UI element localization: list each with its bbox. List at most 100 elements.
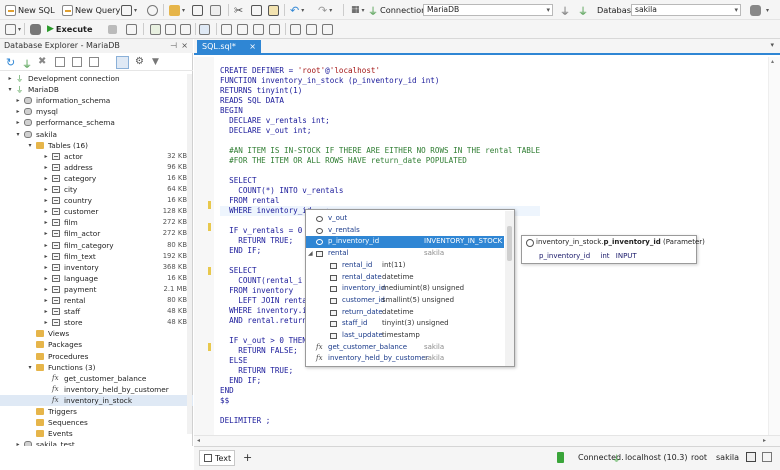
expand-arrow-icon[interactable]: ▸ <box>43 251 49 262</box>
expand-arrow-icon[interactable]: ▸ <box>43 317 49 328</box>
expand-arrow-icon[interactable]: ▸ <box>43 240 49 251</box>
open-button[interactable]: ▾ <box>169 3 185 17</box>
autocomplete-item[interactable]: customer_id smallint(5) unsigned <box>306 295 504 307</box>
expand-arrow-icon[interactable]: ▸ <box>43 262 49 273</box>
debug-button[interactable] <box>150 22 161 36</box>
copy-button[interactable] <box>251 3 262 17</box>
text-view-button[interactable] <box>199 22 210 36</box>
new-connection-icon[interactable]: ⏚ <box>22 56 32 71</box>
tree-item[interactable]: ▸ rental 80 KB <box>0 295 193 306</box>
tree-item[interactable]: ▸ country 16 KB <box>0 195 193 206</box>
autocomplete-item[interactable]: fx get_customer_balance sakila <box>306 342 504 354</box>
autocomplete-item[interactable]: return_date datetime <box>306 307 504 319</box>
autocomplete-item[interactable]: v_rentals <box>306 225 504 237</box>
step-button[interactable] <box>165 22 176 36</box>
paste-button[interactable] <box>268 3 279 17</box>
layout-split-icon[interactable] <box>762 452 772 462</box>
tree-item[interactable]: ▸ film 272 KB <box>0 217 193 228</box>
new-query-button[interactable]: New Query <box>62 3 120 17</box>
tree-item[interactable]: Packages <box>0 339 193 350</box>
expand-arrow-icon[interactable]: ▸ <box>15 95 21 106</box>
expand-arrow-icon[interactable]: ▸ <box>43 173 49 184</box>
refresh-database-button[interactable] <box>750 3 761 17</box>
pin-icon[interactable]: ⊣ <box>170 39 177 53</box>
autocomplete-item[interactable]: p_inventory_id INVENTORY_IN_STOCK <box>306 236 504 248</box>
explorer-scrollbar[interactable] <box>187 74 192 434</box>
cut-button[interactable]: ✂ <box>234 3 243 17</box>
next-bookmark-button[interactable] <box>322 22 333 36</box>
expand-arrow-icon[interactable]: ▸ <box>43 284 49 295</box>
undo-history-button[interactable] <box>147 3 158 17</box>
expand-arrow-icon[interactable]: ▸ <box>43 184 49 195</box>
tree-item[interactable]: ▸ payment 2.1 MB <box>0 284 193 295</box>
expand-arrow-icon[interactable]: ▸ <box>43 151 49 162</box>
uncomment-button[interactable] <box>237 22 248 36</box>
expand-arrow-icon[interactable]: ▸ <box>15 117 21 128</box>
tree-item[interactable]: Events <box>0 428 193 439</box>
tree-item[interactable]: ▸ customer 128 KB <box>0 206 193 217</box>
tree-item[interactable]: Sequences <box>0 417 193 428</box>
sql-options-button[interactable]: ▾ <box>5 22 21 36</box>
redo-button[interactable]: ↷ ▾ <box>318 3 332 17</box>
autocomplete-item[interactable]: ◢ rental sakila <box>306 248 504 260</box>
expand-arrow-icon[interactable]: ▸ <box>43 228 49 239</box>
tree-item[interactable]: ▸ ⏚ Development connection <box>0 73 193 84</box>
connection-select[interactable]: MariaDB ▾ <box>423 4 553 16</box>
tree-item[interactable]: ▸ staff 48 KB <box>0 306 193 317</box>
prev-bookmark-button[interactable] <box>306 22 317 36</box>
expand-arrow-icon[interactable]: ▸ <box>7 73 13 84</box>
disconnect-icon[interactable]: ✖ <box>38 56 46 67</box>
expand-arrow-icon[interactable]: ▸ <box>15 106 21 117</box>
comment-button[interactable] <box>221 22 232 36</box>
autocomplete-scroll-thumb[interactable] <box>507 226 512 261</box>
collapse-arrow-icon[interactable]: ◢ <box>308 248 315 257</box>
tree-item[interactable]: ▾ ⏚ MariaDB <box>0 84 193 95</box>
expand-arrow-icon[interactable]: ▸ <box>43 195 49 206</box>
tree-item[interactable]: ▸ information_schema <box>0 95 193 106</box>
expand-arrow-icon[interactable]: ▸ <box>43 162 49 173</box>
scroll-right-icon[interactable]: ▸ <box>763 437 766 444</box>
tree-item[interactable]: ▸ city 64 KB <box>0 184 193 195</box>
tree-item[interactable]: ▸ film_actor 272 KB <box>0 228 193 239</box>
collapse-arrow-icon[interactable]: ▾ <box>15 129 21 140</box>
tree-item[interactable]: ▸ address 96 KB <box>0 162 193 173</box>
split-editor-icon[interactable]: ▴ <box>771 58 774 65</box>
collapse-icon[interactable] <box>55 57 65 67</box>
pause-button[interactable] <box>180 22 191 36</box>
tree-item[interactable]: ▸ language 16 KB <box>0 273 193 284</box>
editor-vertical-scrollbar[interactable]: ▴ <box>768 57 780 435</box>
autocomplete-item[interactable]: rental_id int(11) <box>306 260 504 272</box>
close-tab-icon[interactable]: × <box>249 40 256 54</box>
sync-icon[interactable] <box>116 56 129 69</box>
expand-arrow-icon[interactable]: ▸ <box>43 306 49 317</box>
autocomplete-item[interactable]: v_out <box>306 213 504 225</box>
expand-arrow-icon[interactable]: ▸ <box>43 206 49 217</box>
tree-item[interactable]: ▸ category 16 KB <box>0 173 193 184</box>
scroll-left-icon[interactable]: ◂ <box>197 437 200 444</box>
tree-item[interactable]: ▾ Tables (16) <box>0 140 193 151</box>
connection-manager-button[interactable]: ⏚ <box>560 3 570 18</box>
collapse-arrow-icon[interactable]: ▾ <box>7 84 13 95</box>
tree-item[interactable]: ▸ film_category 80 KB <box>0 240 193 251</box>
indent-button[interactable] <box>269 22 280 36</box>
database-select[interactable]: sakila ▾ <box>631 4 741 16</box>
tree-item[interactable]: ▾ sakila <box>0 129 193 140</box>
expand-arrow-icon[interactable]: ▸ <box>43 273 49 284</box>
autocomplete-item[interactable]: fx inventory_held_by_customer sakila <box>306 353 504 365</box>
execute-current-button[interactable] <box>126 22 137 36</box>
text-tab[interactable]: Text <box>199 450 235 466</box>
execute-script-button[interactable] <box>30 22 41 36</box>
autocomplete-item[interactable]: last_update timestamp <box>306 330 504 342</box>
toolbar-options-button[interactable]: ▾ <box>766 3 769 17</box>
tree-item[interactable]: ▸ mysql <box>0 106 193 117</box>
tree-item[interactable]: Triggers <box>0 406 193 417</box>
layout-single-icon[interactable] <box>746 452 756 462</box>
expand-arrow-icon[interactable]: ▸ <box>43 217 49 228</box>
filter-icon[interactable]: ▼ <box>152 57 159 67</box>
tree-item[interactable]: ▸ actor 32 KB <box>0 151 193 162</box>
tree-item[interactable]: fx inventory_held_by_customer <box>0 384 193 395</box>
autocomplete-item[interactable]: rental_date datetime <box>306 272 504 284</box>
save-all-button[interactable] <box>192 3 203 17</box>
tree-item[interactable]: ▸ inventory 368 KB <box>0 262 193 273</box>
tab-sql-file[interactable]: SQL.sql* × <box>197 40 261 55</box>
